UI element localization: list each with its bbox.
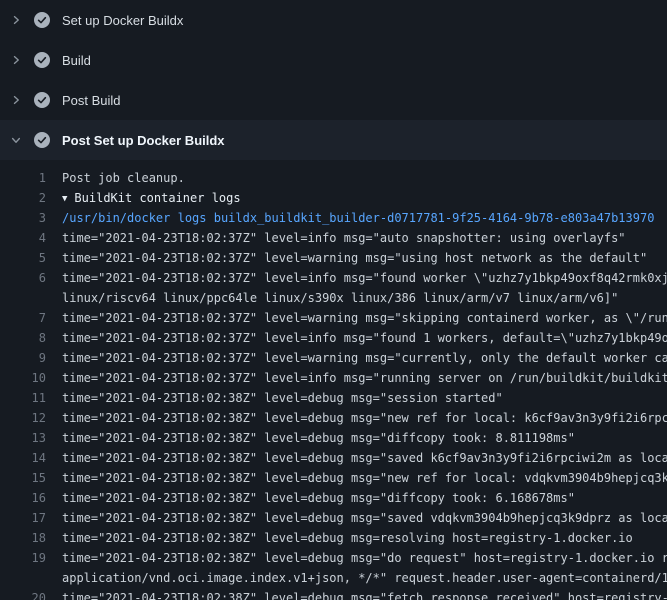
log-line: 11 time="2021-04-23T18:02:38Z" level=deb… xyxy=(0,388,667,408)
log-line: 4 time="2021-04-23T18:02:37Z" level=info… xyxy=(0,228,667,248)
line-number[interactable]: 11 xyxy=(0,388,46,408)
log-line: 13 time="2021-04-23T18:02:38Z" level=deb… xyxy=(0,428,667,448)
line-number[interactable]: 9 xyxy=(0,348,46,368)
log-command-text: /usr/bin/docker logs buildx_buildkit_bui… xyxy=(62,208,654,228)
line-text: time="2021-04-23T18:02:37Z" level=warnin… xyxy=(62,348,667,368)
log-line: 2 ▼BuildKit container logs xyxy=(0,188,667,208)
line-number[interactable]: 1 xyxy=(0,168,46,188)
log-line: 10 time="2021-04-23T18:02:37Z" level=inf… xyxy=(0,368,667,388)
step-header-set-up-docker-buildx[interactable]: Set up Docker Buildx xyxy=(0,0,667,40)
step-label: Post Set up Docker Buildx xyxy=(62,133,225,148)
line-text: time="2021-04-23T18:02:37Z" level=info m… xyxy=(62,268,667,288)
log-line: 19 time="2021-04-23T18:02:38Z" level=deb… xyxy=(0,548,667,568)
log-line: 17 time="2021-04-23T18:02:38Z" level=deb… xyxy=(0,508,667,528)
log-line: 3 /usr/bin/docker logs buildx_buildkit_b… xyxy=(0,208,667,228)
line-text: time="2021-04-23T18:02:37Z" level=warnin… xyxy=(62,248,647,268)
line-number[interactable]: 4 xyxy=(0,228,46,248)
log-line: 18 time="2021-04-23T18:02:38Z" level=deb… xyxy=(0,528,667,548)
line-number[interactable]: 5 xyxy=(0,248,46,268)
line-number[interactable]: 6 xyxy=(0,268,46,288)
log-line: 7 time="2021-04-23T18:02:37Z" level=warn… xyxy=(0,308,667,328)
line-text: time="2021-04-23T18:02:38Z" level=debug … xyxy=(62,388,503,408)
line-text: time="2021-04-23T18:02:38Z" level=debug … xyxy=(62,588,667,600)
check-circle-icon xyxy=(34,52,50,68)
line-text: time="2021-04-23T18:02:38Z" level=debug … xyxy=(62,488,575,508)
line-number[interactable]: 18 xyxy=(0,528,46,548)
line-text: time="2021-04-23T18:02:38Z" level=debug … xyxy=(62,408,667,428)
line-number[interactable]: 20 xyxy=(0,588,46,600)
log-area: 1 Post job cleanup. 2 ▼BuildKit containe… xyxy=(0,160,667,600)
line-number[interactable]: 19 xyxy=(0,548,46,568)
log-line: 12 time="2021-04-23T18:02:38Z" level=deb… xyxy=(0,408,667,428)
line-number[interactable]: 3 xyxy=(0,208,46,228)
line-number[interactable]: 17 xyxy=(0,508,46,528)
step-label: Post Build xyxy=(62,93,121,108)
step-header-post-set-up-docker-buildx[interactable]: Post Set up Docker Buildx xyxy=(0,120,667,160)
line-text: time="2021-04-23T18:02:38Z" level=debug … xyxy=(62,548,667,568)
line-number[interactable]: 13 xyxy=(0,428,46,448)
step-header-post-build[interactable]: Post Build xyxy=(0,80,667,120)
check-circle-icon xyxy=(34,12,50,28)
chevron-icon xyxy=(10,134,22,146)
log-line-wrap: application/vnd.oci.image.index.v1+json,… xyxy=(0,568,667,588)
line-text: time="2021-04-23T18:02:38Z" level=debug … xyxy=(62,448,667,468)
log-line: 5 time="2021-04-23T18:02:37Z" level=warn… xyxy=(0,248,667,268)
line-text: time="2021-04-23T18:02:37Z" level=info m… xyxy=(62,368,667,388)
line-number[interactable]: 16 xyxy=(0,488,46,508)
line-number[interactable]: 8 xyxy=(0,328,46,348)
line-number[interactable] xyxy=(0,288,46,308)
log-line: 20 time="2021-04-23T18:02:38Z" level=deb… xyxy=(0,588,667,600)
line-text: time="2021-04-23T18:02:37Z" level=warnin… xyxy=(62,308,667,328)
line-text: time="2021-04-23T18:02:38Z" level=debug … xyxy=(62,528,633,548)
chevron-icon xyxy=(10,14,22,26)
chevron-icon xyxy=(10,54,22,66)
actions-log-viewer: Set up Docker Buildx Build P xyxy=(0,0,667,600)
log-line: 9 time="2021-04-23T18:02:37Z" level=warn… xyxy=(0,348,667,368)
log-line-wrap: linux/riscv64 linux/ppc64le linux/s390x … xyxy=(0,288,667,308)
log-line: 8 time="2021-04-23T18:02:37Z" level=info… xyxy=(0,328,667,348)
log-line: 14 time="2021-04-23T18:02:38Z" level=deb… xyxy=(0,448,667,468)
log-line: 6 time="2021-04-23T18:02:37Z" level=info… xyxy=(0,268,667,288)
log-line: 16 time="2021-04-23T18:02:38Z" level=deb… xyxy=(0,488,667,508)
line-number[interactable] xyxy=(0,568,46,588)
step-list: Set up Docker Buildx Build P xyxy=(0,0,667,160)
line-number[interactable]: 7 xyxy=(0,308,46,328)
line-text: Post job cleanup. xyxy=(62,168,185,188)
line-number[interactable]: 12 xyxy=(0,408,46,428)
line-number[interactable]: 15 xyxy=(0,468,46,488)
line-number[interactable]: 2 xyxy=(0,188,46,208)
line-text: time="2021-04-23T18:02:38Z" level=debug … xyxy=(62,468,667,488)
line-text: linux/riscv64 linux/ppc64le linux/s390x … xyxy=(62,288,618,308)
line-number[interactable]: 10 xyxy=(0,368,46,388)
step-label: Build xyxy=(62,53,91,68)
check-circle-icon xyxy=(34,132,50,148)
line-text: time="2021-04-23T18:02:38Z" level=debug … xyxy=(62,508,667,528)
log-group-header[interactable]: ▼BuildKit container logs xyxy=(62,188,241,208)
group-collapse-triangle-icon[interactable]: ▼ xyxy=(62,194,67,204)
step-label: Set up Docker Buildx xyxy=(62,13,183,28)
log-line: 1 Post job cleanup. xyxy=(0,168,667,188)
line-text: application/vnd.oci.image.index.v1+json,… xyxy=(62,568,667,588)
line-text: time="2021-04-23T18:02:37Z" level=info m… xyxy=(62,228,626,248)
chevron-icon xyxy=(10,94,22,106)
step-header-build[interactable]: Build xyxy=(0,40,667,80)
line-text: time="2021-04-23T18:02:38Z" level=debug … xyxy=(62,428,575,448)
check-circle-icon xyxy=(34,92,50,108)
line-text: time="2021-04-23T18:02:37Z" level=info m… xyxy=(62,328,667,348)
line-number[interactable]: 14 xyxy=(0,448,46,468)
log-line: 15 time="2021-04-23T18:02:38Z" level=deb… xyxy=(0,468,667,488)
